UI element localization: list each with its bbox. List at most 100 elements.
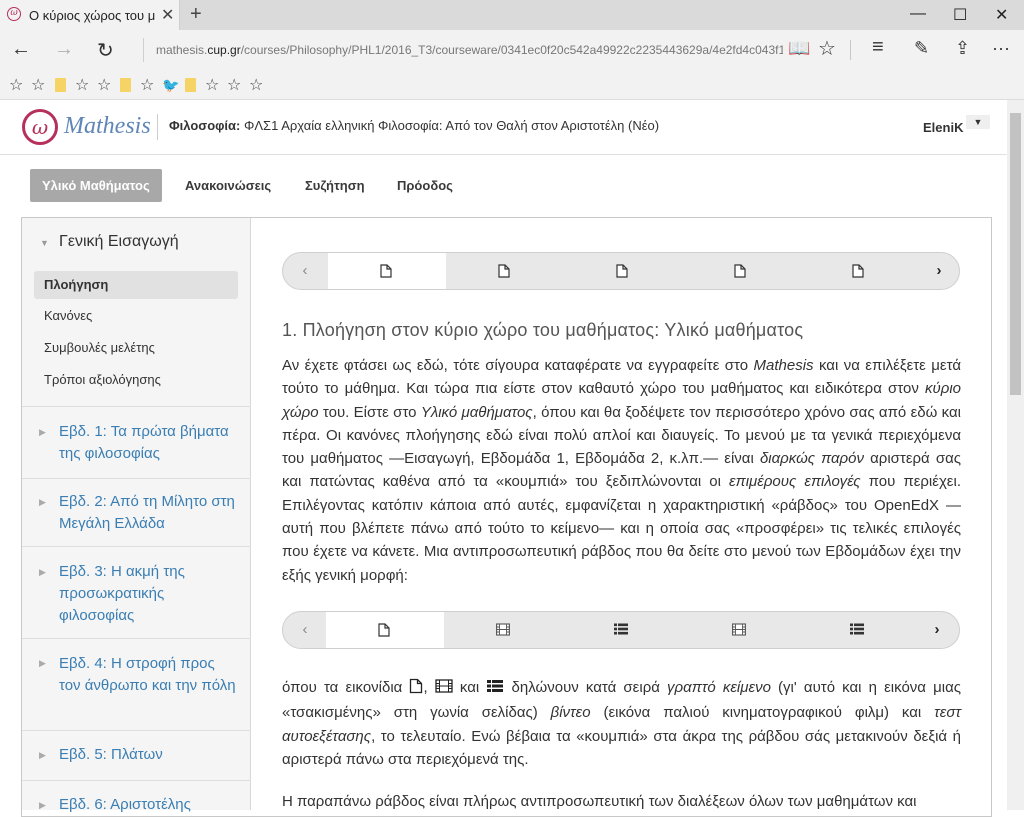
favorite-star-icon[interactable]: ☆ — [140, 75, 154, 95]
back-arrow-icon[interactable]: ← — [11, 38, 31, 61]
tab-course-material[interactable]: Υλικό Μαθήματος — [30, 169, 162, 202]
emphasis-text: διαρκώς παρόν — [759, 450, 864, 468]
reading-view-icon[interactable]: 📖 — [788, 38, 810, 59]
icons-paragraph: όπου τα εικονίδια , και δηλώνουν κατά σε… — [282, 676, 961, 771]
body-text: Αν έχετε φτάσει ως εδώ, τότε σίγουρα κατ… — [282, 357, 754, 374]
tab-title: Ο κύριος χώρος του μα — [29, 8, 155, 23]
emphasis-text: Υλικό μαθήματος — [420, 403, 533, 421]
emphasis-text: βίντεο — [550, 704, 591, 722]
mathesis-logo-text[interactable]: Mathesis — [64, 113, 151, 140]
sidebar-item-navigation[interactable]: Πλοήγηση — [34, 271, 238, 299]
sidebar-divider — [22, 406, 251, 407]
favorite-star-icon[interactable]: ☆ — [205, 75, 219, 95]
window-close-button[interactable]: ✕ — [995, 5, 1008, 25]
tab-close-icon[interactable]: ✕ — [161, 5, 174, 25]
sequence-nav-bar: ‹ › — [282, 252, 960, 290]
example-item-text — [326, 612, 444, 648]
new-tab-button[interactable]: + — [190, 3, 202, 26]
body-text: , το τελευταίο. Ενώ βέβαια τα «κουμπιά» … — [282, 727, 961, 768]
address-bar[interactable]: mathesis.cup.gr/courses/Philosophy/PHL1/… — [143, 38, 783, 62]
example-item-problem — [798, 612, 916, 648]
sequence-prev-button[interactable]: ‹ — [283, 253, 327, 289]
mathesis-logo-icon[interactable]: ω — [22, 109, 58, 145]
site-header: ω Mathesis Φιλοσοφία: ΦΛΣ1 Αρχαία ελληνι… — [0, 100, 1007, 155]
sidebar-week-5[interactable]: Εβδ. 5: Πλάτων — [59, 744, 239, 766]
collapsed-chevron-icon[interactable]: ▶ — [39, 427, 46, 438]
sequence-next-button[interactable]: › — [917, 253, 959, 289]
sequence-item-text[interactable] — [682, 253, 800, 289]
body-text: (εικόνα παλιού κινηματογραφικού φιλμ) κα… — [590, 704, 935, 722]
hub-icon[interactable]: ≡ — [872, 36, 884, 59]
list-icon — [486, 678, 504, 701]
collapsed-chevron-icon[interactable]: ▶ — [39, 497, 46, 508]
course-title: Φιλοσοφία: ΦΛΣ1 Αρχαία ελληνική Φιλοσοφί… — [169, 118, 659, 133]
sidebar-divider — [22, 478, 251, 479]
site-favicon-icon: ω — [7, 7, 21, 21]
course-name: ΦΛΣ1 Αρχαία ελληνική Φιλοσοφία: Από τον … — [240, 118, 660, 133]
favorite-star-icon[interactable]: ☆ — [9, 75, 23, 95]
url-path: /courses/Philosophy/PHL1/2016_T3/coursew… — [240, 43, 783, 57]
more-menu-icon[interactable]: ··· — [992, 38, 1010, 59]
user-name[interactable]: EleniK — [923, 120, 963, 135]
body-text: δηλώνουν κατά σειρά — [504, 679, 668, 696]
share-icon[interactable]: ⇪ — [955, 38, 970, 59]
expanded-chevron-icon[interactable]: ▼ — [40, 238, 49, 248]
add-favorite-icon[interactable]: ☆ — [818, 36, 836, 61]
url-prefix: mathesis. — [156, 43, 208, 57]
sequence-item-text[interactable] — [446, 253, 564, 289]
tab-discussion[interactable]: Συζήτηση — [293, 169, 377, 202]
sidebar-section-general-intro[interactable]: Γενική Εισαγωγή — [59, 233, 179, 251]
sidebar-item-study-tips[interactable]: Συμβουλές μελέτης — [44, 340, 155, 355]
film-icon — [435, 678, 453, 701]
example-prev-button: ‹ — [302, 621, 308, 638]
url-domain: cup.gr — [207, 43, 241, 57]
emphasis-text: γραπτό κείμενο — [667, 679, 771, 696]
icons-text-c: και — [452, 679, 487, 696]
example-item-video — [444, 612, 562, 648]
favorite-star-icon[interactable]: ☆ — [75, 75, 89, 95]
collapsed-chevron-icon[interactable]: ▶ — [39, 658, 46, 669]
favorites-folder-icon[interactable] — [120, 78, 131, 92]
user-menu-dropdown-icon[interactable]: ▼ — [966, 115, 990, 129]
sequence-item-text[interactable] — [800, 253, 918, 289]
collapsed-chevron-icon[interactable]: ▶ — [39, 800, 46, 811]
sidebar-week-4[interactable]: Εβδ. 4: Η στροφή προς τον άνθρωπο και τη… — [59, 653, 239, 697]
sidebar-divider — [22, 546, 251, 547]
example-item-video — [680, 612, 798, 648]
sidebar-item-assessment[interactable]: Τρόποι αξιολόγησης — [44, 372, 161, 387]
browser-toolbar: ← → ↻ mathesis.cup.gr/courses/Philosophy… — [0, 30, 1024, 70]
toolbar-divider — [850, 40, 851, 60]
scrollbar-thumb[interactable] — [1010, 113, 1021, 395]
header-divider — [157, 114, 158, 140]
sequence-item-text[interactable] — [328, 253, 446, 289]
sequence-item-text[interactable] — [564, 253, 682, 289]
sidebar-week-2[interactable]: Εβδ. 2: Από τη Μίλητο στη Μεγάλη Ελλάδα — [59, 491, 239, 535]
favorites-folder-icon[interactable] — [55, 78, 66, 92]
browser-tab[interactable]: ω Ο κύριος χώρος του μα ✕ — [0, 0, 180, 30]
sidebar-week-6[interactable]: Εβδ. 6: Αριστοτέλης — [59, 794, 239, 816]
example-next-button: › — [934, 621, 940, 638]
maximize-button[interactable]: ☐ — [953, 5, 967, 25]
collapsed-chevron-icon[interactable]: ▶ — [39, 567, 46, 578]
sidebar-week-1[interactable]: Εβδ. 1: Τα πρώτα βήματα της φιλοσοφίας — [59, 421, 239, 465]
sidebar-week-3[interactable]: Εβδ. 3: Η ακμή της προσωκρατικής φιλοσοφ… — [59, 561, 239, 627]
minimize-button[interactable]: — — [910, 5, 926, 23]
page-icon — [409, 678, 423, 701]
icons-text-b: , — [423, 679, 435, 696]
forward-arrow-icon[interactable]: → — [54, 38, 74, 61]
tab-announcements[interactable]: Ανακοινώσεις — [173, 169, 283, 202]
emphasis-text: επιμέρους επιλογές — [729, 473, 861, 491]
tab-progress[interactable]: Πρόοδος — [385, 169, 465, 202]
sidebar-divider — [22, 780, 251, 781]
sidebar-divider — [22, 638, 251, 639]
sidebar-item-rules[interactable]: Κανόνες — [44, 308, 92, 323]
favorite-star-icon[interactable]: ☆ — [249, 75, 263, 95]
refresh-icon[interactable]: ↻ — [97, 38, 114, 63]
collapsed-chevron-icon[interactable]: ▶ — [39, 750, 46, 761]
twitter-bird-icon[interactable]: 🐦 — [162, 77, 179, 94]
favorite-star-icon[interactable]: ☆ — [227, 75, 241, 95]
favorite-star-icon[interactable]: ☆ — [97, 75, 111, 95]
favorite-star-icon[interactable]: ☆ — [31, 75, 45, 95]
web-note-icon[interactable]: ✎ — [914, 38, 929, 59]
favorites-folder-icon[interactable] — [185, 78, 196, 92]
